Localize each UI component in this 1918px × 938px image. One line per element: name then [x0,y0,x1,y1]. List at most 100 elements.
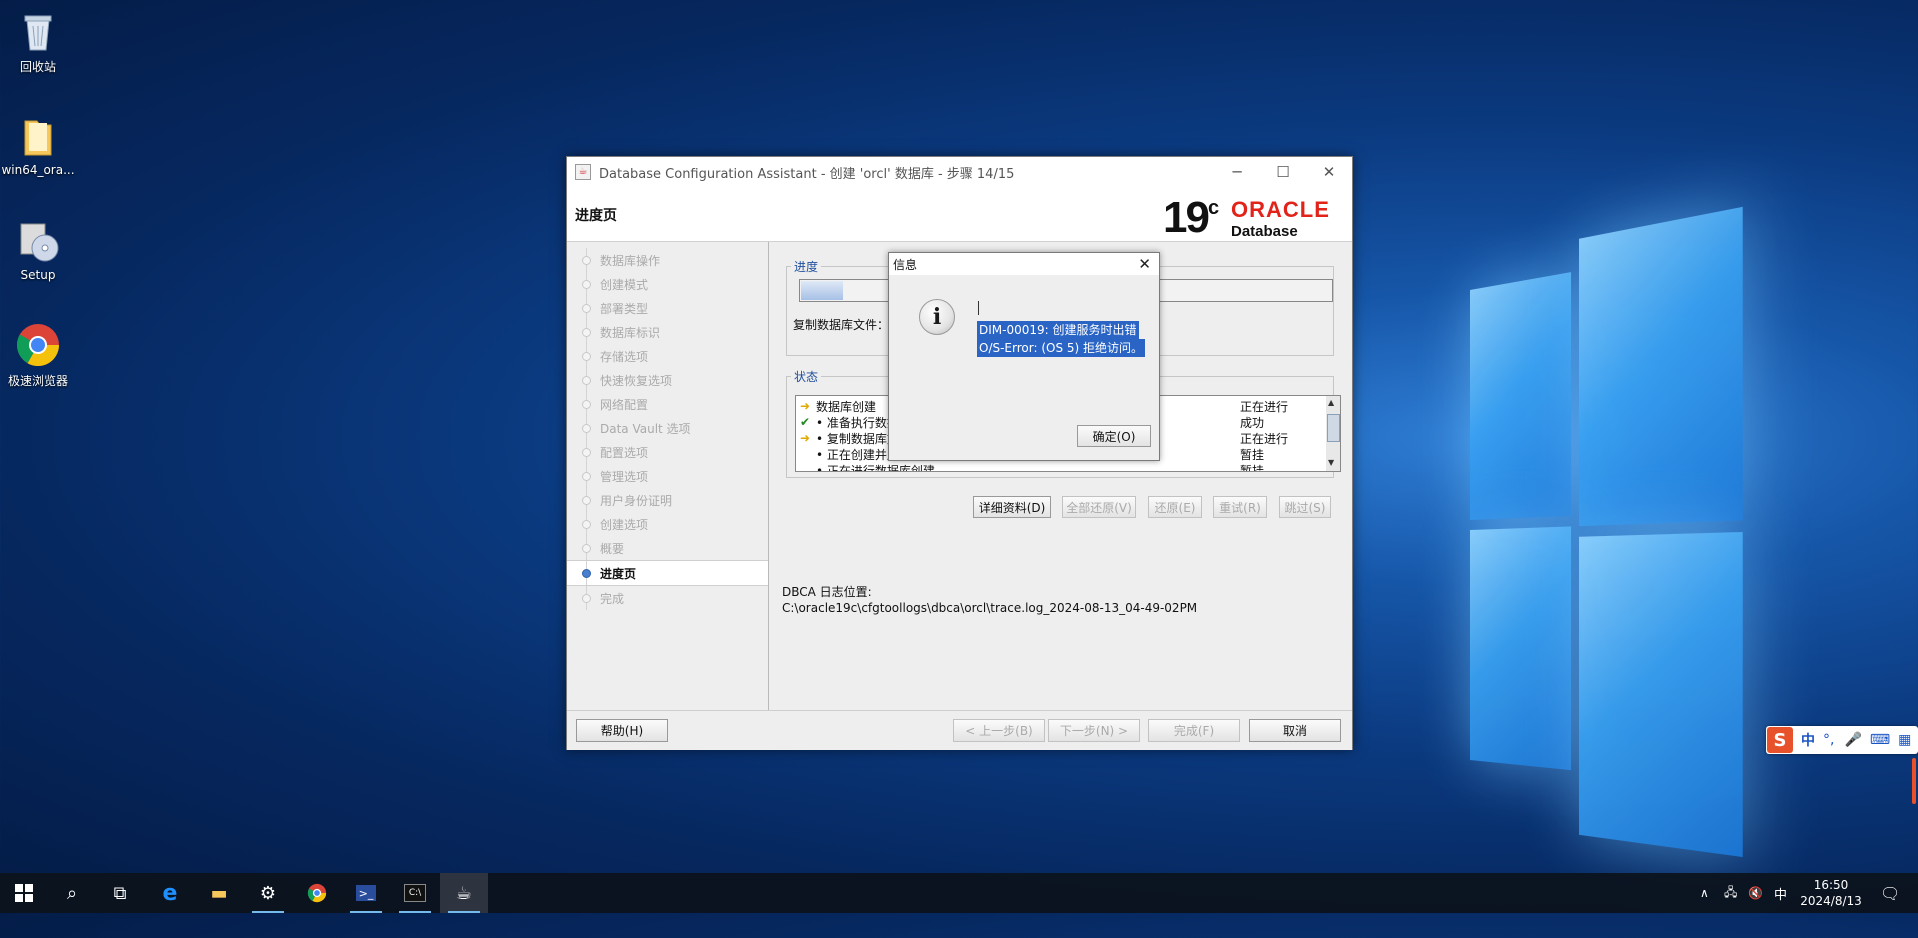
retry-button[interactable]: 重试(R) [1213,496,1267,518]
tray-overflow-icon[interactable]: ∧ [1700,873,1709,913]
desktop-icon-label: 回收站 [19,60,56,74]
settings-gear-icon[interactable]: ⚙ [244,873,292,913]
desktop-icon-setup[interactable]: Setup [0,218,77,282]
help-button[interactable]: 帮助(H) [576,719,668,742]
step-item[interactable]: 网络配置 [567,392,768,416]
arrow-right-icon: ➜ [800,431,811,445]
revert-all-button[interactable]: 全部还原(V) [1062,496,1136,518]
tray-input-language[interactable]: 中 [1774,873,1787,913]
start-button[interactable] [0,873,48,913]
maximize-button[interactable]: ☐ [1260,157,1306,187]
step-label: 创建模式 [600,277,649,292]
desktop-icon-recycle-bin[interactable]: 回收站 [0,8,77,75]
step-dot-icon [582,472,591,481]
sogou-ime-icon[interactable]: S [1767,727,1793,753]
close-button[interactable]: ✕ [1306,157,1352,187]
dialog-close-icon[interactable]: ✕ [1138,255,1151,273]
skip-button[interactable]: 跳过(S) [1279,496,1331,518]
step-item[interactable]: 存储选项 [567,344,768,368]
step-dot-icon [582,544,591,553]
current-task-label: 复制数据库文件： [793,318,890,332]
step-label: 数据库操作 [600,253,661,268]
details-button[interactable]: 详细资料(D) [973,496,1051,518]
step-item[interactable]: 管理选项 [567,464,768,488]
step-item[interactable]: 数据库操作 [567,248,768,272]
step-label: 网络配置 [600,397,649,412]
step-item[interactable]: 创建模式 [567,272,768,296]
ime-punctuation[interactable]: °, [1823,732,1834,748]
back-button[interactable]: < 上一步(B) [953,719,1045,742]
next-button[interactable]: 下一步(N) > [1048,719,1140,742]
taskbar-chrome-icon[interactable] [293,873,341,913]
step-dot-icon [582,448,591,457]
step-item[interactable]: 快速恢复选项 [567,368,768,392]
step-dot-icon [582,424,591,433]
tray-clock[interactable]: 16:50 2024/8/13 [1796,873,1866,913]
powershell-icon[interactable]: >_ [342,873,390,913]
desktop-icon-label: 极速浏览器 [7,374,68,388]
step-dot-icon [582,569,591,578]
check-icon: ✔ [800,415,811,429]
status-row[interactable]: • 正在进行数据库创建 暂挂 [796,462,1316,471]
step-item[interactable]: 部署类型 [567,296,768,320]
ime-menu-icon[interactable]: ▦ [1898,732,1911,748]
dialog-message-line1: DIM-00019: 创建服务时出错 [977,321,1139,339]
ime-mic-icon[interactable]: 🎤 [1844,732,1861,748]
taskbar: ⌕ ⧉ e ▬ ⚙ >_ C:\ ☕ ∧ 🖧 🔇 中 16:50 2024/8/… [0,873,1918,913]
step-label: 存储选项 [600,349,649,364]
network-icon[interactable]: 🖧 [1724,873,1737,913]
side-scroll-indicator [1912,758,1916,804]
desktop-icon-browser[interactable]: 极速浏览器 [0,322,77,389]
step-item[interactable]: 用户身份证明 [567,488,768,512]
notification-icon[interactable]: 🗨 [1880,873,1900,913]
page-header: 进度页 19c ORACLE Database [567,187,1352,242]
search-icon[interactable]: ⌕ [48,873,96,913]
cancel-button[interactable]: 取消 [1249,719,1341,742]
step-dot-icon [582,304,591,313]
chrome-icon [15,322,61,368]
text-caret [978,301,979,315]
ime-keyboard-icon[interactable]: ⌨ [1870,732,1890,748]
scroll-down-icon[interactable]: ▼ [1328,458,1334,467]
step-item[interactable]: 数据库标识 [567,320,768,344]
ie-icon[interactable]: e [146,873,194,913]
dialog-message[interactable]: DIM-00019: 创建服务时出错 O/S-Error: (OS 5) 拒绝访… [977,321,1146,357]
volume-muted-icon[interactable]: 🔇 [1748,873,1763,913]
step-item[interactable]: Data Vault 选项 [567,416,768,440]
desktop-icon-win64-oracle[interactable]: win64_ora... [0,113,77,177]
dialog-titlebar[interactable]: 信息 ✕ [889,253,1159,275]
java-app-icon: ☕ [575,164,591,180]
ime-language[interactable]: 中 [1801,730,1815,750]
status-scrollbar[interactable]: ▲ ▼ [1326,395,1341,472]
step-label: 创建选项 [600,517,649,532]
recycle-bin-icon [15,8,61,54]
revert-button[interactable]: 还原(E) [1148,496,1202,518]
step-label: 数据库标识 [600,325,661,340]
step-label: 进度页 [600,566,637,581]
step-dot-icon [582,496,591,505]
java-dbca-taskbar-icon[interactable]: ☕ [440,873,488,913]
ime-toolbar[interactable]: S 中 °, 🎤 ⌨ ▦ [1766,726,1918,754]
step-dot-icon [582,280,591,289]
cmd-icon[interactable]: C:\ [391,873,439,913]
step-item[interactable]: 进度页 [567,560,768,586]
step-dot-icon [582,594,591,603]
status-row-name: 数据库创建 [816,400,877,414]
file-explorer-icon[interactable]: ▬ [195,873,243,913]
scroll-thumb[interactable] [1327,414,1340,442]
log-location-label: DBCA 日志位置: [782,585,872,599]
dialog-ok-button[interactable]: 确定(O) [1077,425,1151,447]
finish-button[interactable]: 完成(F) [1148,719,1240,742]
step-item[interactable]: 创建选项 [567,512,768,536]
step-item[interactable]: 概要 [567,536,768,560]
step-dot-icon [582,520,591,529]
step-item[interactable]: 完成 [567,586,768,610]
progress-legend: 进度 [794,260,819,274]
minimize-button[interactable]: ─ [1214,157,1260,187]
status-row-state: 成功 [1240,416,1265,430]
step-item[interactable]: 配置选项 [567,440,768,464]
task-view-icon[interactable]: ⧉ [96,873,144,913]
scroll-up-icon[interactable]: ▲ [1328,398,1334,407]
windows-start-icon [15,884,33,902]
window-titlebar[interactable]: ☕ Database Configuration Assistant - 创建 … [567,157,1352,187]
